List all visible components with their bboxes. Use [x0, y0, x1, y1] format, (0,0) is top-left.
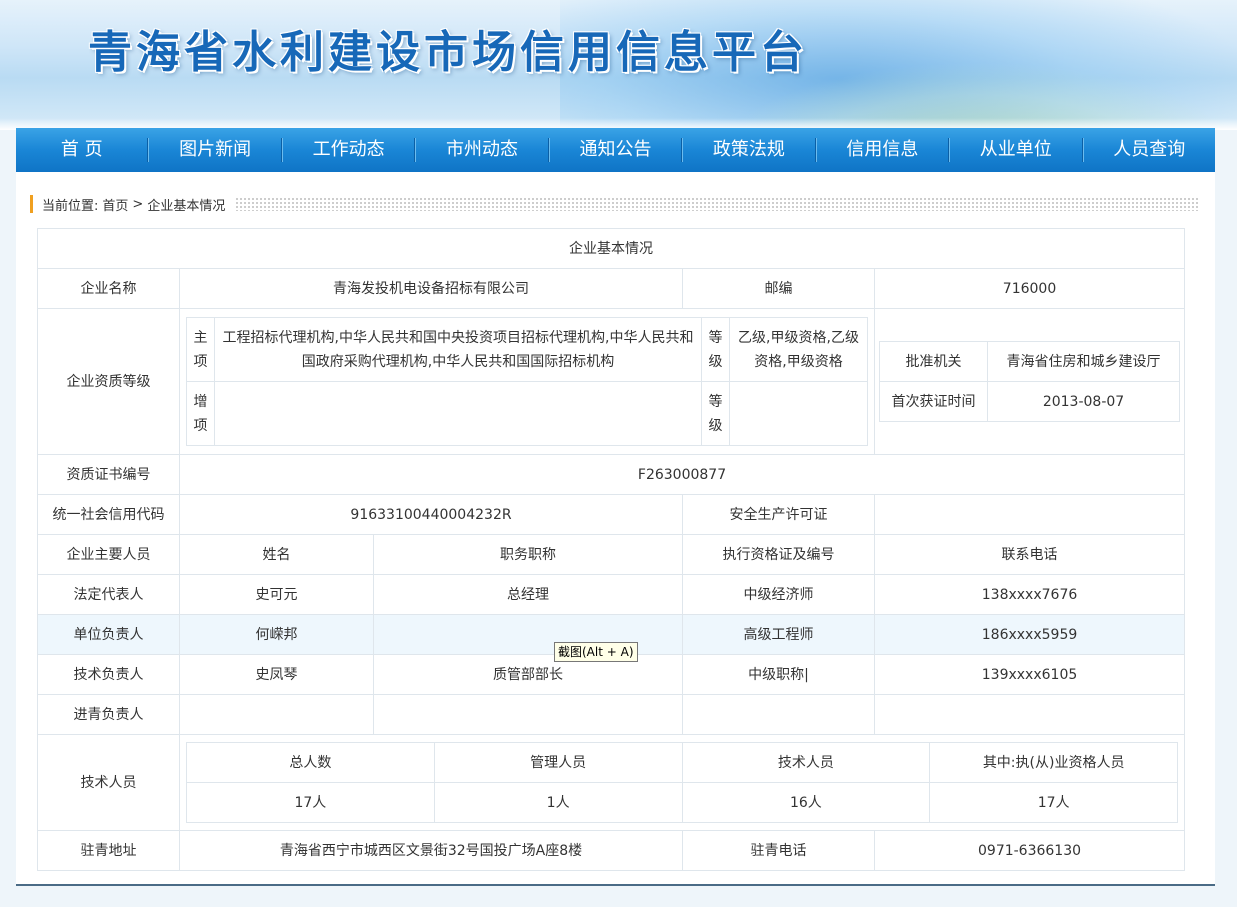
staff-name — [179, 694, 374, 735]
nav-companies[interactable]: 从业单位 — [950, 128, 1081, 172]
staff-role: 单位负责人 — [37, 614, 180, 655]
staff-header-name: 姓名 — [179, 534, 374, 575]
add-item-value — [214, 381, 702, 446]
staff-cert — [682, 694, 875, 735]
authority-value: 青海省住房和城乡建设厅 — [986, 341, 1181, 382]
tech-value-management: 1人 — [433, 782, 683, 823]
tech-header-management: 管理人员 — [433, 742, 683, 783]
staff-header-cert: 执行资格证及编号 — [682, 534, 875, 575]
address-value: 青海省西宁市城西区文景街32号国投广场A座8楼 — [179, 830, 683, 871]
tech-staff-label: 技术人员 — [37, 734, 180, 831]
staff-role: 进青负责人 — [37, 694, 180, 735]
staff-header-title: 职务职称 — [373, 534, 683, 575]
main-level-value: 乙级,甲级资格,乙级资格,甲级资格 — [729, 317, 868, 382]
staff-name: 史可元 — [179, 574, 374, 615]
staff-header-phone: 联系电话 — [873, 534, 1186, 575]
staff-role: 技术负责人 — [37, 654, 180, 695]
staff-cert: 高级工程师 — [682, 614, 875, 655]
main-item-label: 主项 — [186, 317, 215, 382]
screenshot-tooltip: 截图(Alt + A) — [554, 642, 638, 662]
nav-city-updates[interactable]: 市州动态 — [416, 128, 547, 172]
approval-inner-table: 批准机关 青海省住房和城乡建设厅 首次获证时间 2013-08-07 — [879, 341, 1181, 422]
nav-photo-news[interactable]: 图片新闻 — [149, 128, 280, 172]
cert-number-value: F263000877 — [178, 454, 1186, 495]
postcode-label: 邮编 — [682, 268, 875, 309]
header-banner: 青海省水利建设市场信用信息平台 — [0, 0, 1237, 130]
tech-value-licensed: 17人 — [929, 782, 1179, 823]
staff-name: 何嵘邦 — [179, 614, 374, 655]
tech-header-technical: 技术人员 — [681, 742, 931, 783]
nav-person-search[interactable]: 人员查询 — [1084, 128, 1215, 172]
staff-phone: 138xxxx7676 — [873, 574, 1186, 615]
company-name-label: 企业名称 — [37, 268, 180, 309]
main-level-label: 等级 — [701, 317, 730, 382]
main-nav: 首 页 图片新闻 工作动态 市州动态 通知公告 政策法规 信用信息 从业单位 人… — [16, 128, 1215, 172]
credit-code-value: 91633100440004232R — [179, 494, 683, 535]
tech-value-total: 17人 — [186, 782, 435, 823]
staff-role: 法定代表人 — [37, 574, 180, 615]
staff-cert: 中级职称| — [682, 654, 875, 695]
first-date-value: 2013-08-07 — [986, 381, 1181, 422]
local-phone-label: 驻青电话 — [682, 830, 875, 871]
breadcrumb-prefix: 当前位置: — [42, 198, 99, 214]
nav-work-updates[interactable]: 工作动态 — [283, 128, 414, 172]
address-label: 驻青地址 — [37, 830, 180, 871]
qualification-label: 企业资质等级 — [37, 308, 180, 455]
tech-staff-inner-table: 总人数 管理人员 技术人员 其中:执(从)业资格人员 17人 1人 16人 17… — [186, 742, 1179, 823]
postcode-value: 716000 — [873, 268, 1186, 309]
tech-header-licensed: 其中:执(从)业资格人员 — [929, 742, 1179, 783]
breadcrumb-current: 企业基本情况 — [147, 198, 226, 214]
staff-phone — [873, 694, 1186, 735]
local-phone-value: 0971-6366130 — [873, 830, 1186, 871]
staff-title: 总经理 — [373, 574, 683, 615]
add-level-value — [729, 381, 868, 446]
cert-number-label: 资质证书编号 — [37, 454, 180, 495]
site-title: 青海省水利建设市场信用信息平台 — [88, 27, 808, 78]
breadcrumb-home[interactable]: 首页 — [102, 195, 128, 214]
add-item-label: 增项 — [186, 381, 215, 446]
first-date-label: 首次获证时间 — [879, 381, 988, 422]
safety-license-value — [873, 494, 1186, 535]
main-item-value: 工程招标代理机构,中华人民共和国中央投资项目招标代理机构,中华人民共和国政府采购… — [214, 317, 702, 382]
credit-code-label: 统一社会信用代码 — [37, 494, 180, 535]
breadcrumb-marker — [30, 195, 33, 213]
authority-label: 批准机关 — [879, 341, 988, 382]
company-name-value: 青海发投机电设备招标有限公司 — [179, 268, 683, 309]
staff-phone: 186xxxx5959 — [873, 614, 1186, 655]
staff-name: 史凤琴 — [179, 654, 374, 695]
content-panel: 当前位置: 首页 > 企业基本情况 企业基本情况 企业名称 青海发投机电设备招标… — [16, 172, 1215, 886]
nav-notices[interactable]: 通知公告 — [550, 128, 681, 172]
nav-policies[interactable]: 政策法规 — [683, 128, 814, 172]
nav-home[interactable]: 首 页 — [16, 128, 147, 172]
tech-value-technical: 16人 — [681, 782, 931, 823]
qualification-inner-table: 主项 工程招标代理机构,中华人民共和国中央投资项目招标代理机构,中华人民共和国政… — [186, 317, 868, 446]
staff-cert: 中级经济师 — [682, 574, 875, 615]
staff-title — [373, 694, 683, 735]
table-title: 企业基本情况 — [36, 228, 1186, 269]
add-level-label: 等级 — [701, 381, 730, 446]
company-info-table: 企业基本情况 企业名称 青海发投机电设备招标有限公司 邮编 716000 企业资… — [36, 228, 1186, 871]
nav-credit-info[interactable]: 信用信息 — [817, 128, 948, 172]
breadcrumb-dots — [235, 197, 1200, 211]
tech-header-total: 总人数 — [186, 742, 435, 783]
staff-header-label: 企业主要人员 — [37, 534, 180, 575]
safety-license-label: 安全生产许可证 — [682, 494, 875, 535]
breadcrumb: 当前位置: 首页 > 企业基本情况 — [30, 194, 1200, 214]
breadcrumb-separator: > — [132, 196, 144, 212]
staff-phone: 139xxxx6105 — [873, 654, 1186, 695]
